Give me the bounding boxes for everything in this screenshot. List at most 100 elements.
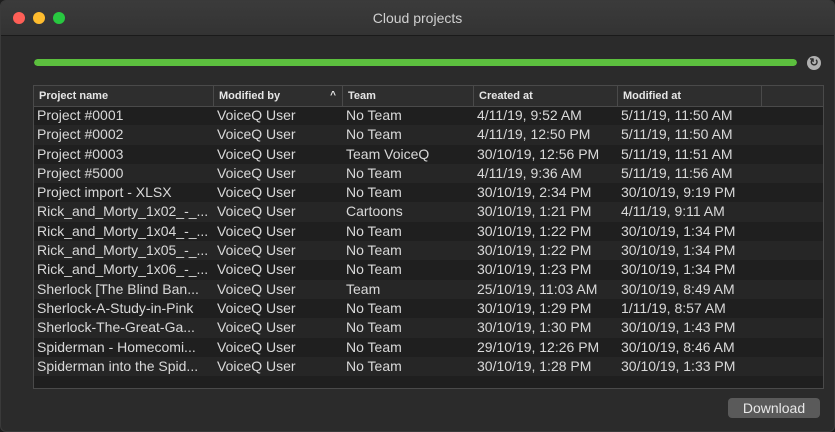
table-cell: 30/10/19, 8:46 AM [621,338,735,355]
table-cell: No Team [346,338,402,355]
table-cell: VoiceQ User [217,126,296,143]
table-row[interactable]: Rick_and_Morty_1x05_-_... VoiceQ User No T… [34,241,823,261]
table-cell: No Team [346,164,402,181]
table-cell: Project #0003 [37,145,124,162]
table-row[interactable]: Spiderman - Homecomi... VoiceQ User No Tea… [34,338,823,357]
table-cell: VoiceQ User [217,357,296,374]
table-cell: VoiceQ User [217,280,296,297]
column-header-project-name[interactable]: Project name [34,86,214,106]
table-cell: 30/10/19, 1:29 PM [477,299,592,316]
table-cell: VoiceQ User [217,242,296,259]
table-row[interactable]: Spiderman into the Spid... VoiceQ User No … [34,356,823,377]
table-cell: 30/10/19, 9:19 PM [621,184,736,201]
table-cell: 5/11/19, 11:51 AM [621,145,733,162]
table-row[interactable]: Rick_and_Morty_1x06_-_... VoiceQ User No T… [34,260,823,279]
table-cell: 30/10/19, 1:34 PM [621,222,736,239]
table-cell: 30/10/19, 2:34 PM [477,184,592,201]
table-row[interactable]: Project #5000 VoiceQ User No Team 4/11/19, … [34,163,823,184]
table-cell: 30/10/19, 1:23 PM [477,261,592,278]
table-cell: Rick_and_Morty_1x04_-_... [37,222,209,239]
table-cell: 30/10/19, 1:43 PM [621,319,736,336]
table-cell: 30/10/19, 1:21 PM [477,203,592,220]
title-bar: Cloud projects [1,1,834,36]
table-cell: Project import - XLSX [37,184,172,201]
column-header-modified-by[interactable]: Modified by ^ [214,86,343,106]
column-header-modified-at[interactable]: Modified at [618,86,762,106]
table-cell: 4/11/19, 9:11 AM [621,203,725,220]
table-cell: 25/10/19, 11:03 AM [477,280,598,297]
table-cell: 5/11/19, 11:50 AM [621,126,733,143]
table-cell: Sherlock [The Blind Ban... [37,280,199,297]
table-row[interactable]: Sherlock [The Blind Ban... VoiceQ User Tea… [34,279,823,299]
table-cell: 30/10/19, 8:49 AM [621,280,735,297]
table-row[interactable]: Project #0003 VoiceQ User Team VoiceQ 30/10… [34,145,823,164]
table-cell: VoiceQ User [217,319,296,336]
table-cell: 1/11/19, 8:57 AM [621,299,726,316]
column-header-team[interactable]: Team [343,86,474,106]
progress-bar-fill [34,59,797,66]
table-cell: 30/10/19, 1:34 PM [621,261,736,278]
table-cell: Rick_and_Morty_1x05_-_... [37,242,209,259]
table-cell: 30/10/19, 12:56 PM [477,145,600,162]
table-cell: Sherlock-The-Great-Ga... [37,319,195,336]
sort-ascending-icon: ^ [330,90,336,101]
table-header: Project name Modified by ^ Team Created … [34,86,823,107]
table-cell: Sherlock-A-Study-in-Pink [37,299,194,316]
table-cell: 30/10/19, 1:28 PM [477,357,592,374]
refresh-icon[interactable]: ↻ [807,56,821,70]
table-cell: No Team [346,261,402,278]
table-cell: 5/11/19, 11:56 AM [621,164,733,181]
table-cell: VoiceQ User [217,222,296,239]
table-row[interactable]: Project #0001 VoiceQ User No Team 4/11/19, … [34,106,823,125]
table-cell: Team VoiceQ [346,145,430,162]
table-cell: VoiceQ User [217,299,296,316]
progress-bar [34,59,797,66]
table-row[interactable]: Rick_and_Morty_1x04_-_... VoiceQ User No T… [34,222,823,241]
table-cell: No Team [346,184,402,201]
projects-table: Project name Modified by ^ Team Created … [33,85,824,389]
table-row[interactable]: Sherlock-A-Study-in-Pink VoiceQ User No Te… [34,299,823,318]
table-row[interactable]: Rick_and_Morty_1x02_-_... VoiceQ User Cart… [34,202,823,222]
table-cell: No Team [346,242,402,259]
table-cell: Project #0002 [37,126,124,143]
table-row[interactable]: Project #0002 VoiceQ User No Team 4/11/19, … [34,125,823,145]
table-cell: VoiceQ User [217,338,296,355]
table-cell: No Team [346,299,402,316]
cloud-projects-window: Cloud projects ↻ Project name Modified b… [0,0,835,432]
table-cell: No Team [346,222,402,239]
table-cell: 5/11/19, 11:50 AM [621,107,733,123]
table-cell: No Team [346,319,402,336]
table-cell: VoiceQ User [217,164,296,181]
table-cell: Rick_and_Morty_1x06_-_... [37,261,209,278]
table-cell: VoiceQ User [217,184,296,201]
table-cell: 4/11/19, 9:36 AM [477,164,582,181]
table-cell: 4/11/19, 12:50 PM [477,126,591,143]
table-cell: 30/10/19, 1:30 PM [477,319,592,336]
column-header-modified-by-label: Modified by [219,90,281,102]
table-cell: VoiceQ User [217,261,296,278]
table-cell: VoiceQ User [217,145,296,162]
table-cell: Spiderman - Homecomi... [37,338,196,355]
table-cell: VoiceQ User [217,107,296,123]
table-cell: 30/10/19, 1:33 PM [621,357,736,374]
table-cell: No Team [346,357,402,374]
table-cell: 4/11/19, 9:52 AM [477,107,582,123]
table-cell: Team [346,280,381,297]
table-cell: VoiceQ User [217,203,296,220]
table-body: Project #0001 VoiceQ User No Team 4/11/19, … [34,106,823,377]
window-title: Cloud projects [372,10,463,26]
table-cell: Cartoons [346,203,403,220]
table-cell: No Team [346,126,402,143]
download-button[interactable]: Download [728,398,820,418]
column-header-created-at[interactable]: Created at [474,86,618,106]
table-cell: 30/10/19, 1:22 PM [477,222,592,239]
table-row[interactable]: Sherlock-The-Great-Ga... VoiceQ User No Te… [34,318,823,338]
table-cell: Rick_and_Morty_1x02_-_... [37,203,209,220]
table-cell: Project #5000 [37,164,124,181]
table-cell: 30/10/19, 1:22 PM [477,242,592,259]
table-row[interactable]: Project import - XLSX VoiceQ User No Team 3… [34,183,823,202]
table-cell: 30/10/19, 1:34 PM [621,242,736,259]
table-cell: Project #0001 [37,107,124,123]
table-cell: Spiderman into the Spid... [37,357,199,374]
table-cell: 29/10/19, 12:26 PM [477,338,600,355]
